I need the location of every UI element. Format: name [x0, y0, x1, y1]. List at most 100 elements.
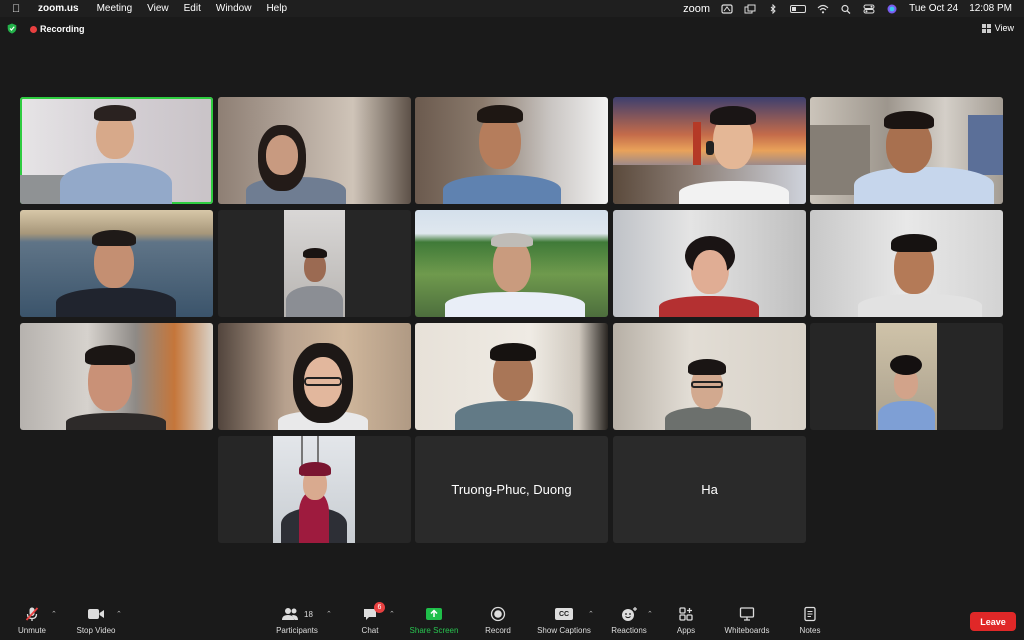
participant-hair [891, 234, 937, 252]
zoom-status-item[interactable]: zoom [683, 3, 710, 15]
record-button[interactable]: Record [478, 606, 518, 635]
video-tile-13[interactable] [415, 323, 608, 430]
meeting-toolbar: Unmute ⌃ Stop Video ⌃ 18 Participants ⌃ … [0, 602, 1024, 640]
participants-button[interactable]: 18 Participants [270, 606, 324, 635]
app-menu[interactable]: zoom.us [38, 3, 79, 14]
participants-options-caret[interactable]: ⌃ [326, 610, 332, 618]
portrait-video [273, 436, 355, 543]
participant-body [679, 181, 789, 204]
security-shield-icon[interactable] [7, 23, 17, 34]
notes-button[interactable]: Notes [792, 606, 828, 635]
video-tile-14[interactable] [613, 323, 806, 430]
control-center-icon[interactable] [863, 4, 875, 14]
meeting-top-bar: Recording View [0, 18, 1024, 40]
chat-button[interactable]: 6 Chat [354, 602, 386, 635]
record-icon [490, 606, 506, 622]
participant-body [56, 288, 176, 317]
menubar-time[interactable]: 12:08 PM [969, 3, 1012, 14]
keyboard-icon[interactable] [721, 3, 733, 14]
recording-dot-icon [30, 25, 37, 33]
participant-hair [94, 105, 136, 121]
windows-icon[interactable] [744, 4, 756, 14]
participants-icon [282, 608, 299, 620]
participant-face [693, 250, 727, 292]
search-icon[interactable] [840, 4, 852, 14]
chat-options-caret[interactable]: ⌃ [389, 610, 395, 618]
menubar-date[interactable]: Tue Oct 24 [909, 3, 958, 14]
participant-hair [85, 345, 135, 365]
video-tile-15[interactable] [810, 323, 1003, 430]
reactions-label: Reactions [611, 626, 647, 635]
share-screen-button[interactable]: Share Screen [404, 606, 464, 635]
menu-view[interactable]: View [147, 3, 169, 14]
video-tile-10[interactable] [810, 210, 1003, 317]
siri-icon[interactable] [886, 4, 898, 14]
leave-button[interactable]: Leave [970, 612, 1016, 631]
notes-label: Notes [799, 626, 821, 635]
name-tile-truong-phuc-duong[interactable]: Truong-Phuc, Duong [415, 436, 608, 543]
macos-menu-bar:  zoom.us Meeting View Edit Window Help … [0, 0, 1024, 17]
portrait-video [284, 210, 345, 317]
recording-label: Recording [40, 24, 85, 34]
whiteboards-label: Whiteboards [724, 626, 770, 635]
menu-edit[interactable]: Edit [184, 3, 201, 14]
video-tile-5[interactable] [810, 97, 1003, 204]
participant-hair [890, 355, 922, 375]
participant-body [455, 401, 573, 430]
video-tile-1[interactable] [20, 97, 213, 204]
microphone-muted-icon [25, 607, 39, 621]
participant-body [878, 401, 935, 430]
video-tile-6[interactable] [20, 210, 213, 317]
menu-meeting[interactable]: Meeting [97, 3, 133, 14]
menu-window[interactable]: Window [216, 3, 252, 14]
video-tile-2[interactable] [218, 97, 411, 204]
unmute-button[interactable]: Unmute [12, 606, 52, 635]
shelf-right [968, 115, 1003, 175]
bluetooth-icon[interactable] [767, 3, 779, 14]
video-camera-icon [88, 609, 104, 619]
headphone-icon [706, 141, 714, 155]
participants-count: 18 [304, 609, 313, 619]
participant-hair [884, 111, 934, 129]
apps-label: Apps [676, 626, 696, 635]
video-options-caret[interactable]: ⌃ [116, 610, 122, 618]
stop-video-button[interactable]: Stop Video [70, 606, 122, 635]
notes-icon [804, 606, 816, 622]
whiteboards-button[interactable]: Whiteboards [718, 606, 776, 635]
participant-body [445, 292, 585, 317]
video-tile-16[interactable] [218, 436, 411, 543]
closed-captions-icon: CC [555, 608, 573, 620]
apple-icon[interactable]:  [12, 3, 24, 15]
view-label: View [994, 23, 1014, 33]
name-tile-ha[interactable]: Ha [613, 436, 806, 543]
wifi-icon[interactable] [817, 4, 829, 14]
participant-hair [477, 105, 523, 123]
video-tile-7[interactable] [218, 210, 411, 317]
participant-body [443, 175, 561, 204]
video-tile-8[interactable] [415, 210, 608, 317]
share-screen-icon [426, 608, 442, 620]
captions-options-caret[interactable]: ⌃ [588, 610, 594, 618]
view-button[interactable]: View [981, 23, 1014, 33]
video-tile-12[interactable] [218, 323, 411, 430]
reactions-options-caret[interactable]: ⌃ [647, 610, 653, 618]
apps-button[interactable]: Apps [670, 606, 702, 635]
participant-name: Truong-Phuc, Duong [451, 482, 572, 497]
battery-icon[interactable] [790, 4, 807, 13]
glasses-icon [304, 377, 342, 386]
show-captions-button[interactable]: CC Show Captions [532, 606, 596, 635]
participant-name: Ha [701, 482, 718, 497]
video-tile-9[interactable] [613, 210, 806, 317]
record-label: Record [485, 626, 511, 635]
video-tile-11[interactable] [20, 323, 213, 430]
show-captions-label: Show Captions [537, 626, 591, 635]
reactions-button[interactable]: Reactions [606, 606, 652, 635]
video-tile-3[interactable] [415, 97, 608, 204]
recording-indicator[interactable]: Recording [30, 22, 85, 36]
share-screen-label: Share Screen [409, 626, 459, 635]
menu-help[interactable]: Help [266, 3, 287, 14]
audio-options-caret[interactable]: ⌃ [51, 610, 57, 618]
participant-hair [491, 233, 533, 247]
video-tile-4[interactable] [613, 97, 806, 204]
participant-body [286, 286, 343, 317]
